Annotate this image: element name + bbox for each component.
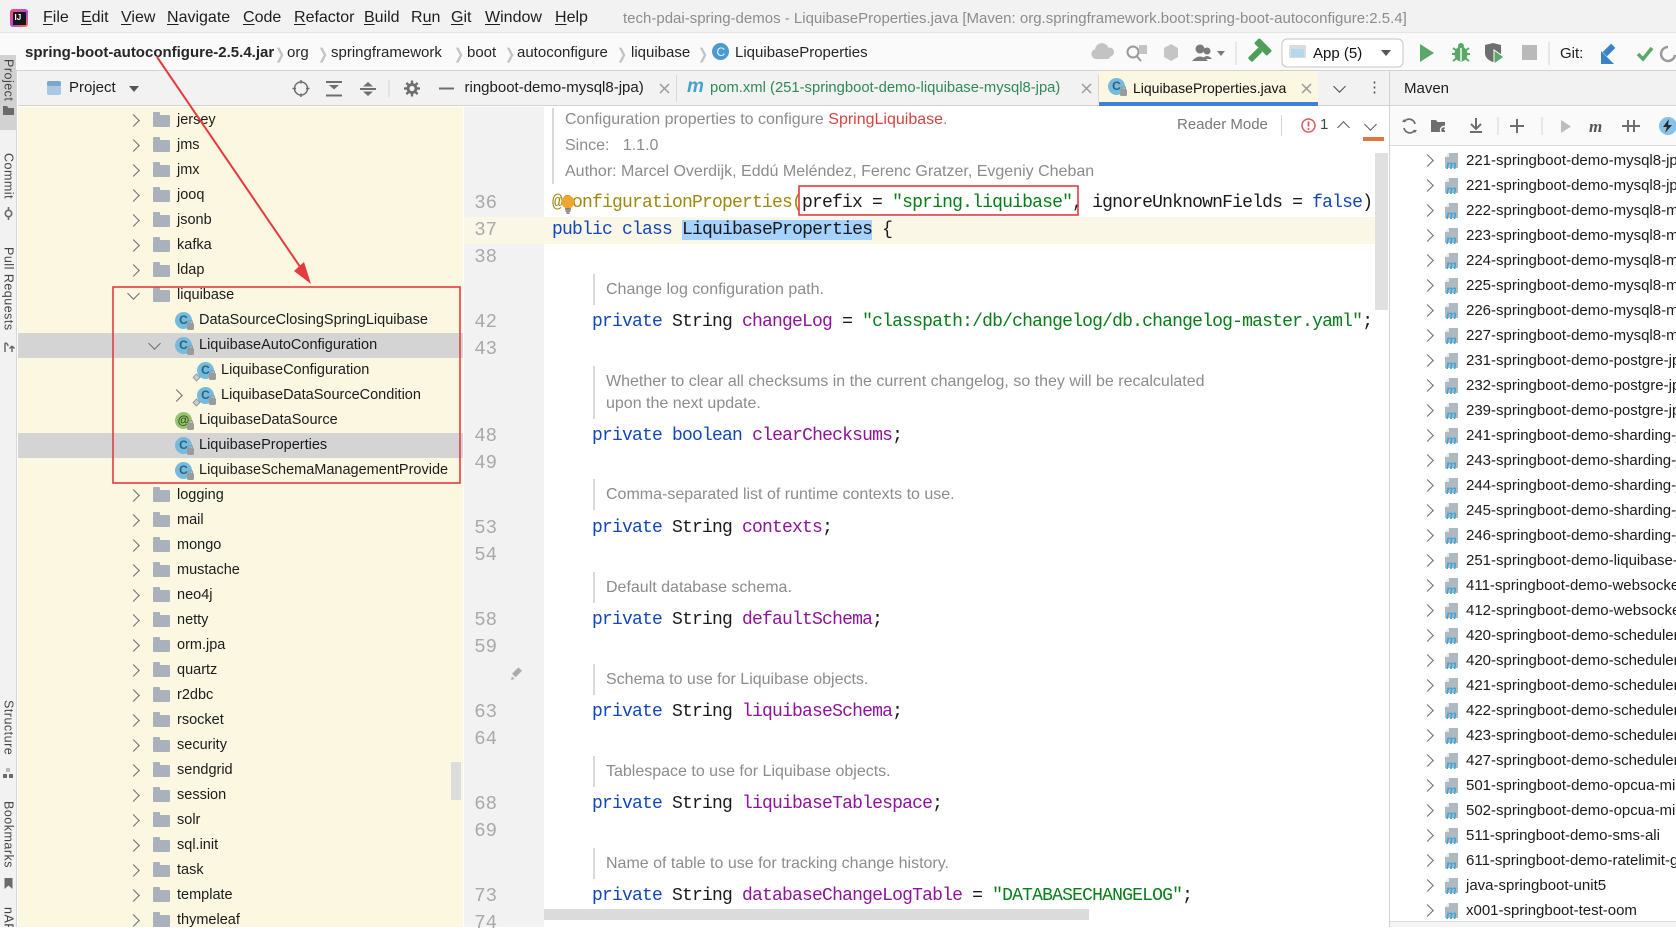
svg-text:m: m bbox=[1446, 683, 1457, 695]
svg-text:m: m bbox=[1446, 608, 1457, 620]
svg-text:m: m bbox=[1446, 658, 1457, 670]
svg-text:m: m bbox=[1446, 408, 1457, 420]
svg-text:m: m bbox=[1446, 533, 1457, 545]
svg-text:m: m bbox=[1446, 883, 1457, 895]
svg-text:m: m bbox=[1446, 258, 1457, 270]
svg-text:m: m bbox=[1446, 433, 1457, 445]
svg-text:m: m bbox=[1446, 383, 1457, 395]
svg-text:m: m bbox=[1446, 558, 1457, 570]
svg-text:m: m bbox=[1589, 117, 1602, 136]
svg-text:m: m bbox=[1446, 733, 1457, 745]
svg-text:m: m bbox=[1446, 483, 1457, 495]
svg-text:m: m bbox=[1446, 858, 1457, 870]
svg-text:m: m bbox=[1446, 583, 1457, 595]
svg-text:m: m bbox=[1446, 808, 1457, 820]
svg-text:m: m bbox=[1446, 358, 1457, 370]
svg-text:m: m bbox=[1446, 158, 1457, 170]
svg-text:m: m bbox=[1446, 458, 1457, 470]
svg-text:m: m bbox=[1446, 208, 1457, 220]
svg-text:m: m bbox=[1446, 758, 1457, 770]
svg-text:App (5): App (5) bbox=[1313, 45, 1362, 62]
svg-text:m: m bbox=[1446, 308, 1457, 320]
svg-text:m: m bbox=[1446, 283, 1457, 295]
svg-text:m: m bbox=[1446, 233, 1457, 245]
svg-text:m: m bbox=[1446, 333, 1457, 345]
svg-text:m: m bbox=[1446, 908, 1457, 920]
svg-text:m: m bbox=[1446, 708, 1457, 720]
svg-text:m: m bbox=[1446, 633, 1457, 645]
svg-text:m: m bbox=[1446, 183, 1457, 195]
svg-text:Git:: Git: bbox=[1560, 45, 1583, 62]
svg-text:m: m bbox=[1446, 783, 1457, 795]
svg-text:m: m bbox=[1446, 833, 1457, 845]
svg-text:m: m bbox=[1446, 508, 1457, 520]
